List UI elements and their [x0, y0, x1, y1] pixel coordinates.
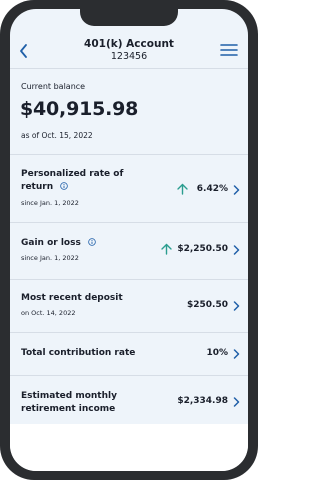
bottom-blank-area — [10, 424, 248, 471]
row-subtitle: since Jan. 1, 2022 — [21, 199, 79, 207]
chevron-right-icon — [233, 301, 240, 311]
hamburger-menu-icon[interactable] — [220, 43, 238, 57]
row-title: Estimated monthly retirement income — [21, 390, 117, 416]
row-rate-of-return[interactable]: Personalized rate of return since Jan. 1… — [10, 155, 248, 223]
info-icon[interactable] — [88, 238, 96, 246]
row-title-line2: retirement income — [21, 404, 116, 414]
row-contribution-rate[interactable]: Total contribution rate 10% — [10, 333, 248, 376]
arrow-up-icon — [161, 243, 172, 255]
row-gain-or-loss[interactable]: Gain or loss since Jan. 1, 2022 $2,250.5… — [10, 223, 248, 280]
row-title: Most recent deposit — [21, 293, 123, 303]
app-header: 401(k) Account 123456 — [10, 33, 248, 71]
row-title: Gain or loss — [21, 237, 96, 250]
chevron-right-icon — [233, 185, 240, 195]
row-value: $2,250.50 — [177, 244, 228, 254]
row-value: $2,334.98 — [177, 396, 228, 406]
row-value: $250.50 — [187, 300, 228, 310]
chevron-right-icon — [233, 349, 240, 359]
balance-label: Current balance — [21, 82, 86, 91]
row-retirement-income[interactable]: Estimated monthly retirement income $2,3… — [10, 376, 248, 431]
chevron-right-icon — [233, 245, 240, 255]
row-recent-deposit[interactable]: Most recent deposit on Oct. 14, 2022 $25… — [10, 280, 248, 333]
row-title: Personalized rate of return — [21, 168, 123, 194]
page-title: 401(k) Account — [84, 38, 174, 50]
row-subtitle: since Jan. 1, 2022 — [21, 254, 79, 262]
balance-as-of: as of Oct. 15, 2022 — [21, 131, 93, 140]
row-title-line2: return — [21, 182, 54, 192]
app-screen: 401(k) Account 123456 Current balance $4… — [10, 9, 248, 471]
row-value: 6.42% — [196, 184, 228, 194]
balance-value: $40,915.98 — [20, 98, 139, 120]
account-content: Current balance $40,915.98 as of Oct. 15… — [10, 68, 248, 431]
row-subtitle: on Oct. 14, 2022 — [21, 309, 76, 317]
row-value: 10% — [206, 348, 228, 358]
info-icon[interactable] — [60, 182, 69, 190]
chevron-right-icon — [233, 397, 240, 407]
row-title-line1: Gain or loss — [21, 238, 81, 248]
row-title-line1: Personalized rate of — [21, 169, 124, 179]
row-title-line1: Estimated monthly — [21, 391, 117, 401]
phone-frame: 401(k) Account 123456 Current balance $4… — [0, 0, 258, 480]
phone-notch — [80, 9, 178, 26]
balance-card: Current balance $40,915.98 as of Oct. 15… — [10, 68, 248, 155]
row-title: Total contribution rate — [21, 348, 136, 358]
arrow-up-icon — [177, 183, 188, 195]
account-number: 123456 — [110, 51, 148, 62]
